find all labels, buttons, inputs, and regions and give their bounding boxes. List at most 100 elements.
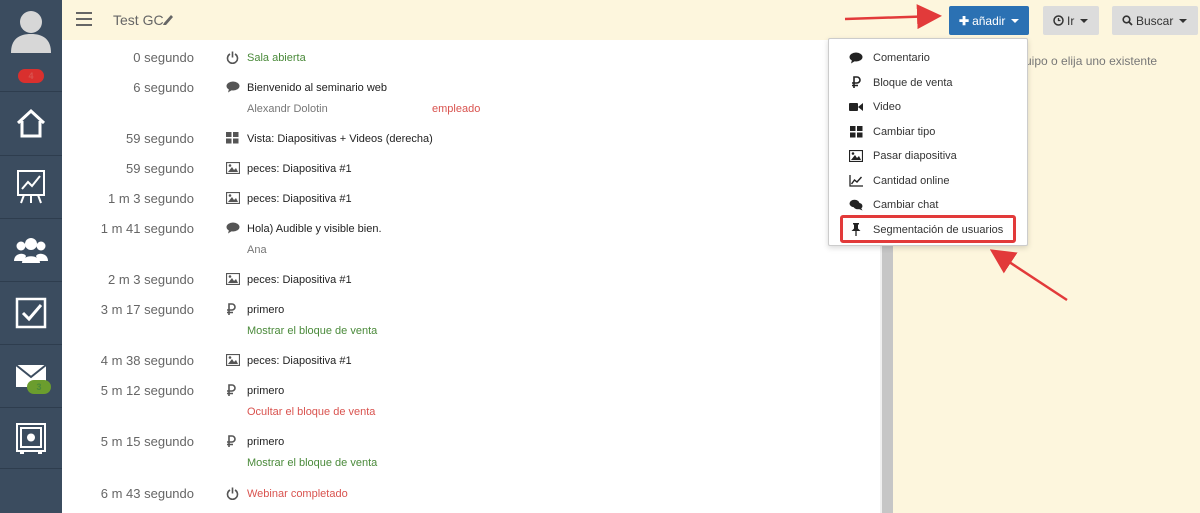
image-icon xyxy=(226,192,240,206)
video-icon xyxy=(849,101,863,113)
feed-row: 0 segundo Sala abierta xyxy=(62,49,880,73)
feed-time: 59 segundo xyxy=(126,131,194,146)
feed-subtext: Ana xyxy=(247,244,267,256)
feed-row: 5 m 15 segundo primero Mostrar el bloque d… xyxy=(62,433,880,477)
feed-row: 3 m 17 segundo primero Mostrar el bloque d… xyxy=(62,301,880,345)
menu-item-cambiar-chat[interactable]: Cambiar chat xyxy=(829,194,1027,216)
feed-time: 1 m 3 segundo xyxy=(107,191,194,206)
menu-item-comentario[interactable]: Comentario xyxy=(829,47,1027,69)
menu-item-cambiar-tipo[interactable]: Cambiar tipo xyxy=(829,121,1027,143)
menu-item-cantidad-online[interactable]: Cantidad online xyxy=(829,170,1027,192)
menu-item-pasar-diapositiva[interactable]: Pasar diapositiva xyxy=(829,145,1027,167)
caret-down-icon xyxy=(1011,18,1020,23)
search-icon xyxy=(1122,15,1133,26)
top-bar: Test GC ✚ añadir Ir Buscar xyxy=(62,0,1200,40)
feed-time: 1 m 41 segundo xyxy=(100,221,194,236)
ruble-icon xyxy=(226,435,240,449)
feed-row: 59 segundo peces: Diapositiva #1 xyxy=(62,160,880,184)
image-icon xyxy=(849,150,863,162)
ruble-icon xyxy=(226,384,240,398)
feed-text: Hola) Audible y visible bien. xyxy=(247,223,382,235)
feed-time: 0 segundo xyxy=(133,50,194,65)
feed-row: 6 segundo Bienvenido al seminario web Alex… xyxy=(62,79,880,123)
go-button-label: Ir xyxy=(1067,13,1075,28)
feed-text: peces: Diapositiva #1 xyxy=(247,355,352,367)
checkbox-icon xyxy=(15,297,47,328)
feed-role: empleado xyxy=(432,103,481,115)
feed-text: peces: Diapositiva #1 xyxy=(247,193,352,205)
edit-pencil-icon[interactable] xyxy=(162,12,174,26)
menu-item-label: Bloque de venta xyxy=(873,76,953,89)
page-title: Test GC xyxy=(113,12,164,28)
line-chart-icon xyxy=(849,174,863,187)
feed-row: 1 m 41 segundo Hola) Audible y visible bi… xyxy=(62,220,880,264)
menu-item-label: Pasar diapositiva xyxy=(873,150,957,162)
ruble-icon xyxy=(849,76,863,89)
comments-icon xyxy=(849,199,863,211)
image-icon xyxy=(226,273,240,287)
sidebar-item-tasks[interactable] xyxy=(0,281,62,343)
sidebar-item-users[interactable] xyxy=(0,218,62,280)
grid-icon xyxy=(849,125,863,138)
feed-text: peces: Diapositiva #1 xyxy=(247,274,352,286)
safe-icon xyxy=(16,423,46,454)
feed-time: 4 m 38 segundo xyxy=(100,353,194,368)
mail-badge: 3 xyxy=(27,380,51,394)
feed-subtext: Mostrar el bloque de venta xyxy=(247,325,378,337)
search-button-label: Buscar xyxy=(1136,13,1174,28)
menu-item-bloque-de-venta[interactable]: Bloque de venta xyxy=(829,72,1027,94)
feed-subtext: Mostrar el bloque de venta xyxy=(247,457,378,469)
menu-item-label: Cambiar chat xyxy=(873,199,939,211)
menu-item-label: Cantidad online xyxy=(873,174,950,187)
feed-time: 59 segundo xyxy=(126,161,194,176)
feed-text: Bienvenido al seminario web xyxy=(247,82,388,94)
feed-subtext: Alexandr Dolotin xyxy=(247,103,328,115)
chart-board-icon xyxy=(17,169,45,203)
feed-time: 3 m 17 segundo xyxy=(100,302,194,317)
ruble-icon xyxy=(226,303,240,317)
feed-time: 6 m 43 segundo xyxy=(100,486,194,501)
feed-text: primero xyxy=(247,436,285,448)
grid-icon xyxy=(226,132,240,146)
user-avatar-icon xyxy=(11,11,51,53)
menu-item-label: Video xyxy=(873,101,901,113)
go-button[interactable]: Ir xyxy=(1043,6,1099,35)
feed-text: primero xyxy=(247,304,285,316)
power-icon xyxy=(226,51,240,65)
image-icon xyxy=(226,162,240,176)
power-icon xyxy=(226,487,240,501)
comment-icon xyxy=(226,81,240,95)
feed-row: 5 m 12 segundo primero Ocultar el bloque d… xyxy=(62,382,880,426)
feed-time: 2 m 3 segundo xyxy=(107,272,194,287)
hamburger-menu-icon[interactable] xyxy=(76,12,92,26)
add-button[interactable]: ✚ añadir xyxy=(949,6,1029,35)
feed-subtext: Ocultar el bloque de venta xyxy=(247,406,376,418)
sidebar-item-home[interactable] xyxy=(0,91,62,153)
feed-text: Vista: Diapositivas + Videos (derecha) xyxy=(247,133,433,145)
avatar[interactable] xyxy=(0,0,62,60)
feed-text: Sala abierta xyxy=(247,52,306,64)
feed-row: 4 m 38 segundo peces: Diapositiva #1 xyxy=(62,352,880,376)
feed-row: 1 m 3 segundo peces: Diapositiva #1 xyxy=(62,190,880,214)
feed-time: 6 segundo xyxy=(133,80,194,95)
highlight-box xyxy=(840,215,1016,243)
add-button-label: añadir xyxy=(972,13,1006,28)
sidebar-item-stats[interactable] xyxy=(0,155,62,217)
notifications-badge[interactable]: 4 xyxy=(18,69,44,83)
feed-time: 5 m 12 segundo xyxy=(100,383,194,398)
sidebar-item-safe[interactable] xyxy=(0,407,62,469)
feed-text: primero xyxy=(247,385,285,397)
scrollbar-thumb[interactable] xyxy=(882,236,893,513)
feed-row: 6 m 43 segundo Webinar completado xyxy=(62,485,880,509)
clock-icon xyxy=(1053,15,1064,26)
feed-text: Webinar completado xyxy=(247,488,348,500)
plus-icon: ✚ xyxy=(959,13,970,28)
search-button[interactable]: Buscar xyxy=(1112,6,1198,35)
sidebar-item-mail[interactable] xyxy=(0,344,62,406)
feed-time: 5 m 15 segundo xyxy=(100,434,194,449)
sidebar: 4 3 xyxy=(0,0,62,513)
menu-item-label: Comentario xyxy=(873,52,930,64)
feed-row: 59 segundo Vista: Diapositivas + Videos (… xyxy=(62,130,880,154)
menu-item-video[interactable]: Video xyxy=(829,96,1027,118)
feed-text: peces: Diapositiva #1 xyxy=(247,163,352,175)
